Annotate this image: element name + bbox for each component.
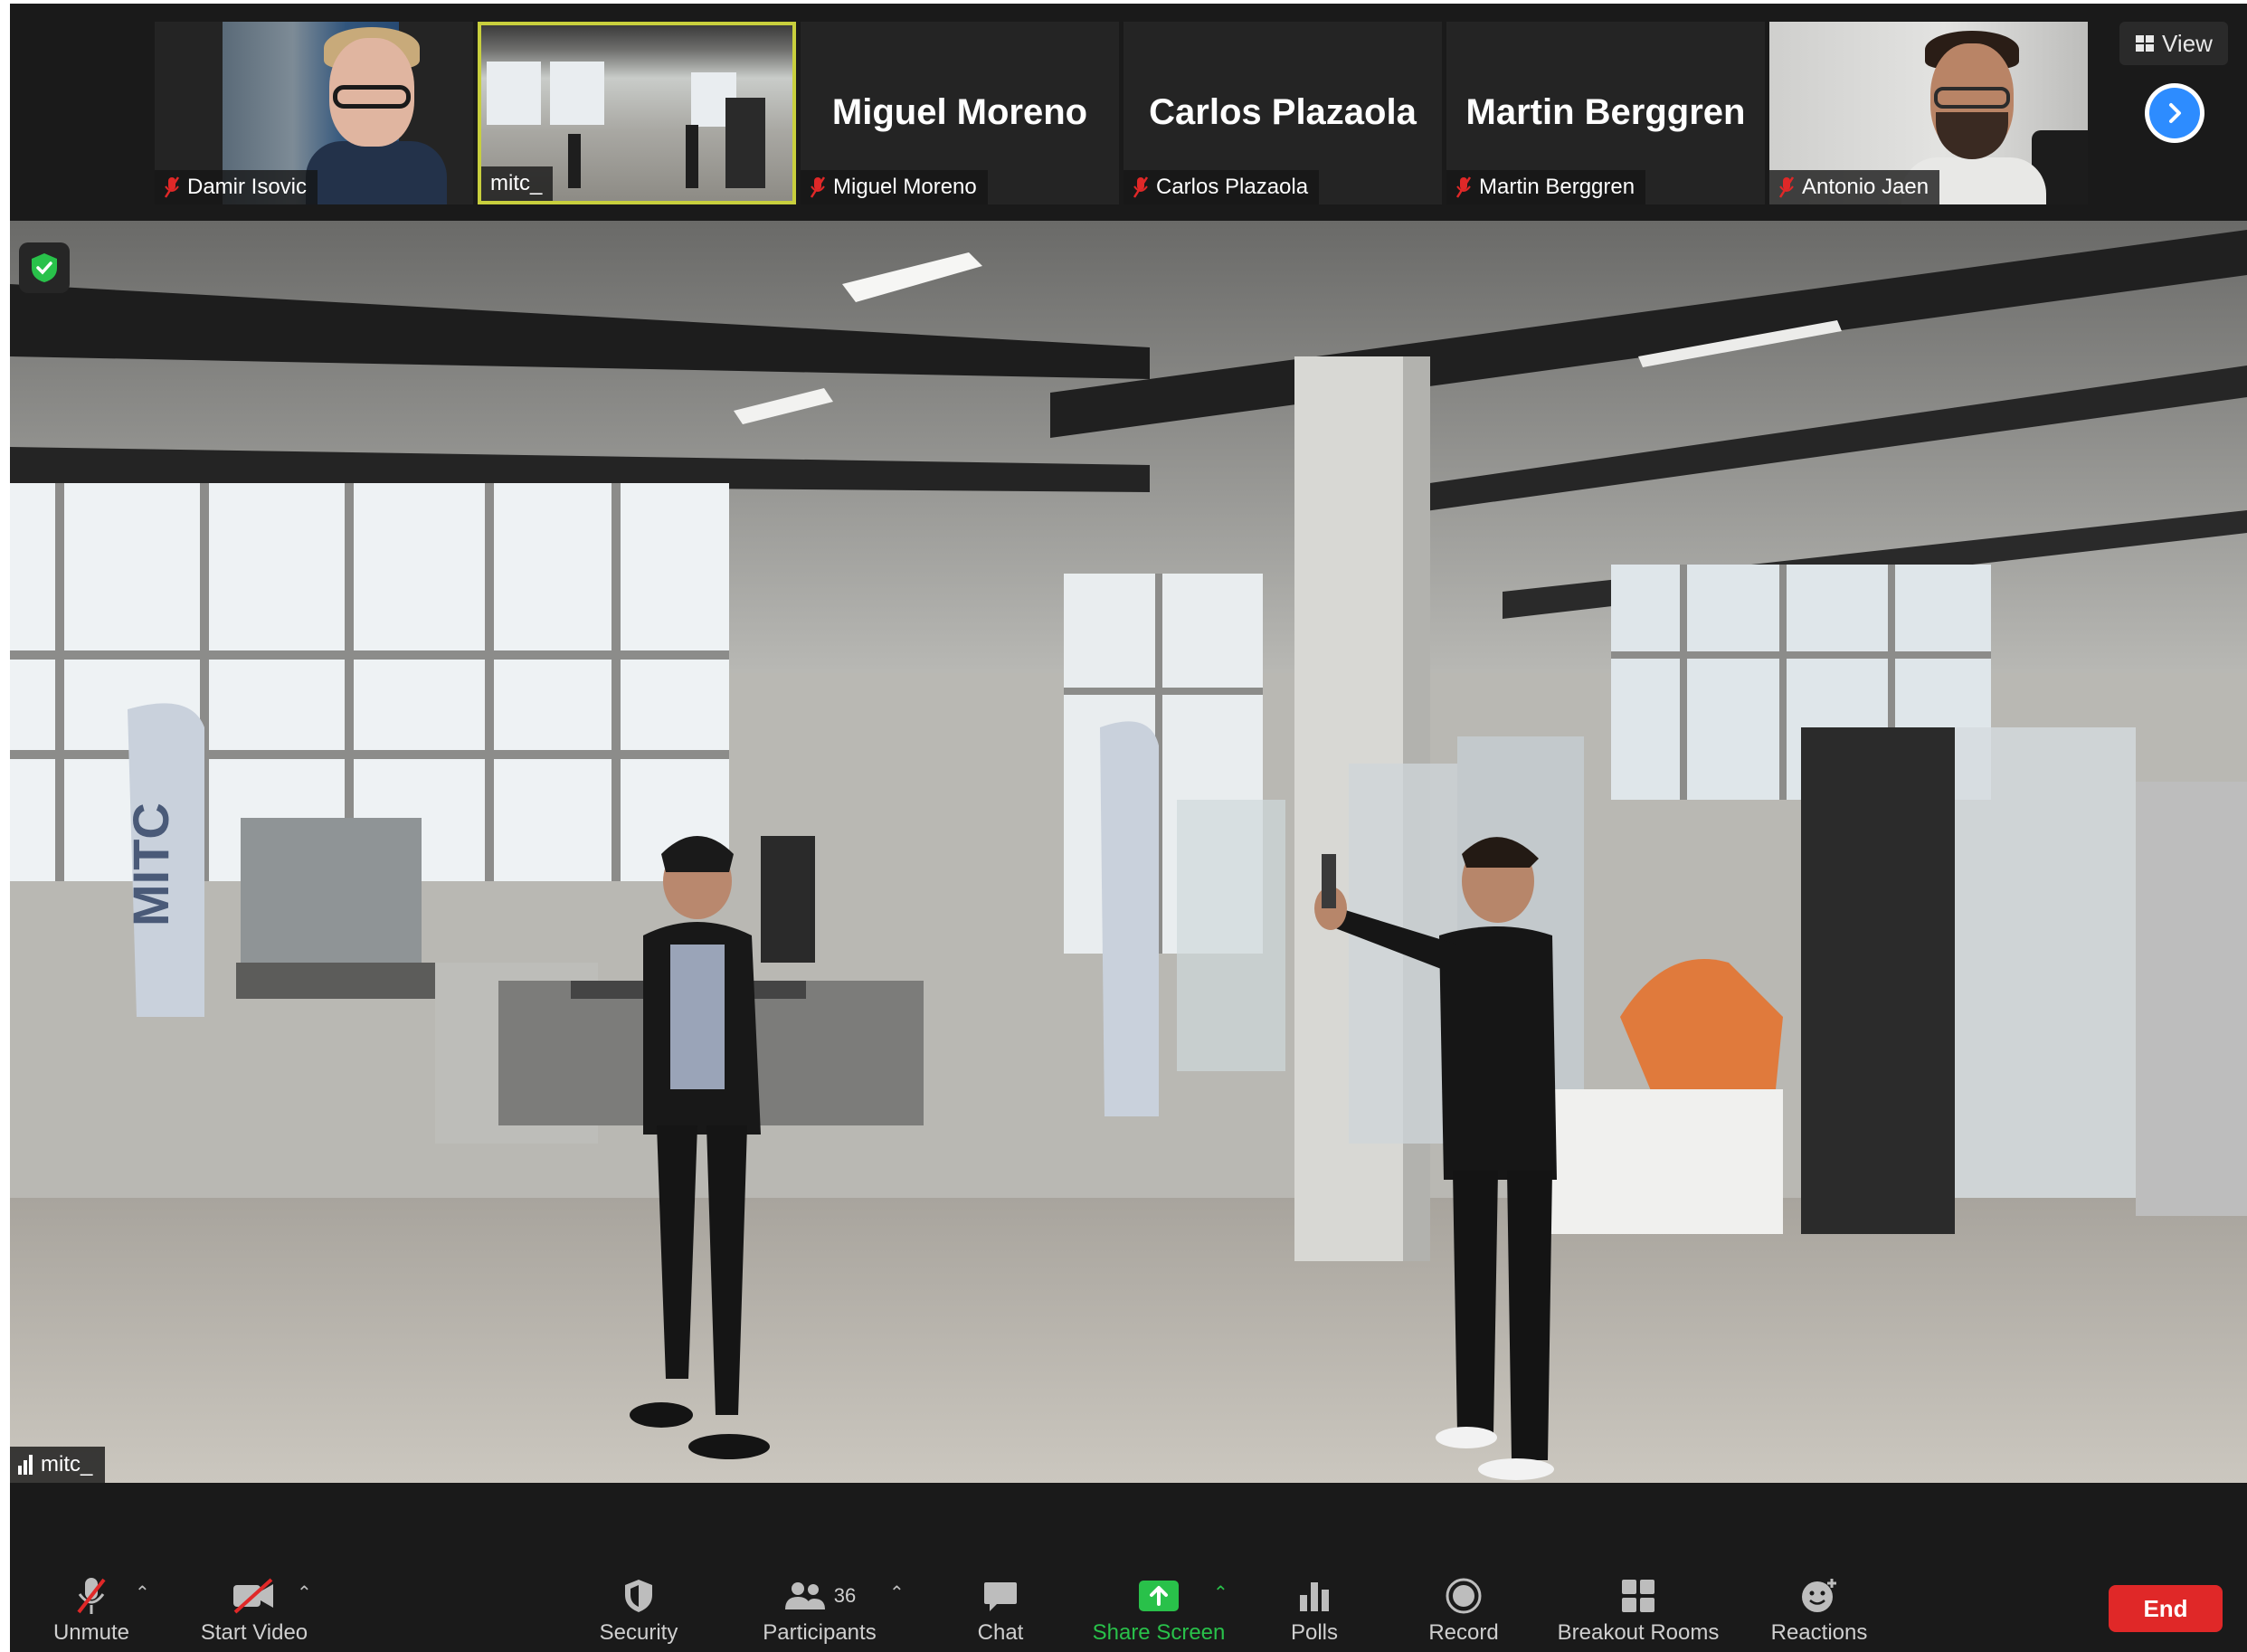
breakout-rooms-button[interactable]: Breakout Rooms	[1539, 1571, 1738, 1648]
unmute-label: Unmute	[52, 1620, 130, 1645]
video-off-icon	[233, 1578, 273, 1614]
participant-tile-martin[interactable]: Martin Berggren Martin Berggren	[1446, 22, 1765, 204]
chevron-right-icon	[2169, 103, 2181, 123]
security-label: Security	[599, 1620, 678, 1645]
signal-strength-icon	[18, 1455, 33, 1475]
record-button[interactable]: Record	[1414, 1571, 1513, 1648]
muted-mic-icon	[1455, 176, 1472, 198]
participants-icon	[784, 1582, 825, 1609]
audio-options-chevron[interactable]: ⌃	[135, 1581, 150, 1604]
encryption-badge[interactable]	[19, 242, 70, 293]
participants-options-chevron[interactable]: ⌃	[889, 1581, 905, 1604]
banner-text: MITC	[122, 802, 179, 926]
participants-label: Participants	[763, 1620, 877, 1645]
share-screen-icon	[1139, 1581, 1179, 1611]
start-video-label: Start Video	[200, 1620, 308, 1645]
reactions-label: Reactions	[1770, 1620, 1868, 1645]
main-speaker-video[interactable]: MITC mitc_	[10, 221, 2247, 1483]
participant-name-label: Damir Isovic	[155, 170, 318, 204]
participant-display-name: Carlos Plazaola	[1149, 92, 1417, 132]
reactions-button[interactable]: Reactions	[1756, 1571, 1882, 1648]
zoom-meeting-window: Damir Isovic mitc_ Miguel Moreno Miguel …	[10, 4, 2247, 1652]
participant-thumbnail-strip: Damir Isovic mitc_ Miguel Moreno Miguel …	[10, 4, 2247, 217]
grid-icon	[2136, 35, 2155, 52]
record-icon	[1446, 1578, 1482, 1614]
breakout-rooms-icon	[1622, 1580, 1654, 1612]
security-button[interactable]: Security	[584, 1571, 693, 1648]
participant-display-name: Miguel Moreno	[831, 92, 1088, 132]
participant-name-label: mitc_	[481, 166, 554, 201]
chat-label: Chat	[977, 1620, 1024, 1645]
share-options-chevron[interactable]: ⌃	[1213, 1581, 1228, 1604]
participant-tile-mitc[interactable]: mitc_	[478, 22, 796, 204]
chat-button[interactable]: Chat	[955, 1571, 1046, 1648]
participants-button[interactable]: 36 Participants	[747, 1571, 892, 1648]
muted-mic-icon	[1133, 176, 1149, 198]
shield-check-icon	[32, 253, 57, 282]
participant-name-label: Carlos Plazaola	[1124, 170, 1320, 204]
reactions-emoji-icon	[1802, 1579, 1836, 1612]
participant-tile-miguel[interactable]: Miguel Moreno Miguel Moreno	[801, 22, 1119, 204]
speaker-name-label: mitc_	[10, 1447, 106, 1483]
participants-count: 36	[833, 1584, 857, 1607]
share-screen-label: Share Screen	[1092, 1620, 1226, 1645]
participant-display-name: Martin Berggren	[1465, 92, 1746, 132]
muted-mic-icon	[77, 1578, 106, 1614]
polls-icon	[1300, 1582, 1329, 1611]
breakout-rooms-label: Breakout Rooms	[1557, 1620, 1720, 1645]
participant-tile-antonio[interactable]: Antonio Jaen	[1769, 22, 2088, 204]
end-meeting-button[interactable]: End	[2109, 1585, 2223, 1632]
chat-bubble-icon	[984, 1582, 1017, 1611]
lab-scene-video: MITC	[10, 221, 2247, 1483]
polls-label: Polls	[1290, 1620, 1339, 1645]
video-options-chevron[interactable]: ⌃	[297, 1581, 312, 1604]
participant-name-label: Antonio Jaen	[1769, 170, 1940, 204]
meeting-controls-toolbar: Unmute ⌃ Start Video ⌃ Security 36 Parti…	[10, 1560, 2247, 1652]
participant-tile-damir[interactable]: Damir Isovic	[155, 22, 473, 204]
shield-icon	[625, 1580, 652, 1612]
participant-tile-carlos[interactable]: Carlos Plazaola Carlos Plazaola	[1124, 22, 1442, 204]
unmute-button[interactable]: Unmute	[37, 1571, 146, 1648]
polls-button[interactable]: Polls	[1269, 1571, 1360, 1648]
view-button[interactable]: View	[2119, 22, 2228, 65]
muted-mic-icon	[810, 176, 826, 198]
participant-name-label: Miguel Moreno	[801, 170, 988, 204]
participant-name-label: Martin Berggren	[1446, 170, 1646, 204]
record-label: Record	[1428, 1620, 1499, 1645]
muted-mic-icon	[1778, 176, 1795, 198]
next-page-button[interactable]	[2145, 83, 2204, 143]
muted-mic-icon	[164, 176, 180, 198]
